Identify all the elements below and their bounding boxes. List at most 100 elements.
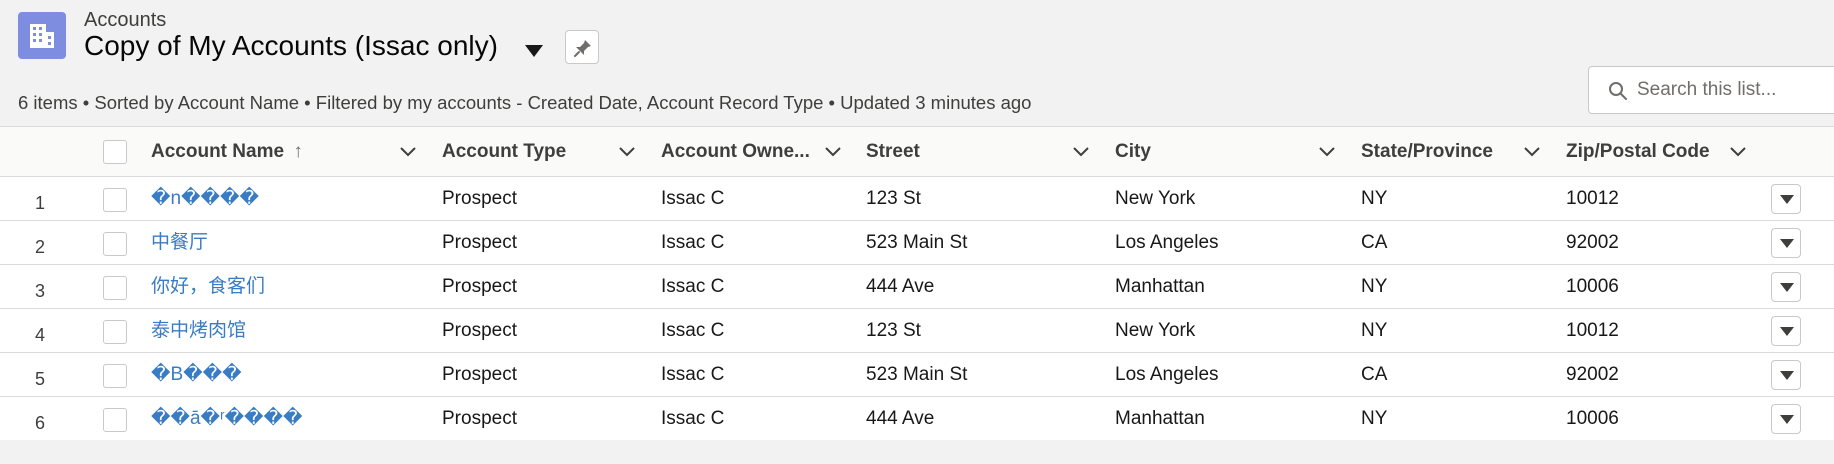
city-cell: Los Angeles	[1115, 364, 1219, 385]
account-name-link[interactable]: ��ā�ʳ����	[151, 397, 303, 441]
building-grid-icon	[18, 12, 66, 59]
caret-down-icon	[1780, 195, 1794, 204]
column-menu-chevron-icon[interactable]	[1318, 145, 1336, 159]
account-type-cell: Prospect	[442, 408, 517, 429]
account-type-cell: Prospect	[442, 188, 517, 209]
account-owner-cell: Issac C	[661, 232, 725, 253]
table-row: 5 �B��� Prospect Issac C 523 Main St Los…	[0, 353, 1834, 397]
account-type-cell: Prospect	[442, 232, 517, 253]
row-checkbox[interactable]	[103, 232, 127, 256]
row-number: 1	[34, 193, 45, 213]
state-cell: NY	[1361, 188, 1388, 209]
table-row: 3 你好，食客们 Prospect Issac C 444 Ave Manhat…	[0, 265, 1834, 309]
city-cell: Los Angeles	[1115, 232, 1219, 253]
account-owner-cell: Issac C	[661, 276, 725, 297]
street-cell: 523 Main St	[866, 232, 968, 253]
column-header-zip[interactable]: Zip/Postal Code	[1566, 127, 1710, 177]
caret-down-icon	[1780, 371, 1794, 380]
row-number: 6	[34, 413, 45, 433]
row-checkbox[interactable]	[103, 320, 127, 344]
pin-list-view-button[interactable]	[565, 30, 599, 64]
street-cell: 444 Ave	[866, 276, 935, 297]
account-owner-cell: Issac C	[661, 188, 725, 209]
row-checkbox[interactable]	[103, 188, 127, 212]
account-type-cell: Prospect	[442, 320, 517, 341]
city-cell: Manhattan	[1115, 276, 1205, 297]
account-name-link[interactable]: 你好，食客们	[151, 265, 265, 309]
search-list-box[interactable]	[1588, 66, 1834, 114]
object-label: Accounts	[84, 9, 167, 31]
row-checkbox[interactable]	[103, 364, 127, 388]
row-checkbox[interactable]	[103, 276, 127, 300]
column-header-street[interactable]: Street	[866, 127, 920, 177]
page-background-footer	[0, 440, 1834, 464]
pin-icon	[574, 40, 591, 57]
zip-cell: 10006	[1566, 276, 1619, 297]
zip-cell: 10006	[1566, 408, 1619, 429]
city-cell: Manhattan	[1115, 408, 1205, 429]
column-menu-chevron-icon[interactable]	[1729, 145, 1747, 159]
account-name-link[interactable]: 中餐厅	[151, 221, 208, 265]
zip-cell: 10012	[1566, 188, 1619, 209]
column-menu-chevron-icon[interactable]	[399, 145, 417, 159]
row-number: 3	[34, 281, 45, 301]
row-checkbox[interactable]	[103, 408, 127, 432]
list-view-picker-chevron-icon[interactable]	[523, 41, 545, 61]
state-cell: NY	[1361, 408, 1388, 429]
table-header: Account Name ↑ Account Type Account Owne…	[0, 127, 1834, 177]
row-number: 5	[34, 369, 45, 389]
caret-down-icon	[1780, 283, 1794, 292]
list-view-meta: 6 items • Sorted by Account Name • Filte…	[18, 92, 1032, 113]
list-view-title[interactable]: Copy of My Accounts (Issac only)	[84, 30, 498, 62]
column-header-city[interactable]: City	[1115, 127, 1151, 177]
caret-down-icon	[1780, 327, 1794, 336]
search-input[interactable]	[1637, 77, 1834, 103]
column-menu-chevron-icon[interactable]	[1523, 145, 1541, 159]
account-type-cell: Prospect	[442, 364, 517, 385]
table-row: 4 泰中烤肉馆 Prospect Issac C 123 St New York…	[0, 309, 1834, 353]
account-owner-cell: Issac C	[661, 320, 725, 341]
row-actions-button[interactable]	[1771, 360, 1801, 390]
column-header-state[interactable]: State/Province	[1361, 127, 1493, 177]
city-cell: New York	[1115, 320, 1196, 341]
street-cell: 123 St	[866, 320, 921, 341]
account-owner-cell: Issac C	[661, 364, 725, 385]
state-cell: CA	[1361, 364, 1388, 385]
table-row: 6 ��ā�ʳ���� Prospect Issac C 444 Ave Man…	[0, 397, 1834, 441]
city-cell: New York	[1115, 188, 1196, 209]
column-header-account-owner[interactable]: Account Owne...	[661, 127, 810, 177]
list-view-header: Accounts Copy of My Accounts (Issac only…	[0, 0, 1834, 126]
row-actions-button[interactable]	[1771, 316, 1801, 346]
account-name-link[interactable]: 泰中烤肉馆	[151, 309, 246, 353]
state-cell: CA	[1361, 232, 1388, 253]
zip-cell: 92002	[1566, 232, 1619, 253]
select-all-checkbox[interactable]	[103, 140, 127, 164]
column-menu-chevron-icon[interactable]	[618, 145, 636, 159]
street-cell: 444 Ave	[866, 408, 935, 429]
account-type-cell: Prospect	[442, 276, 517, 297]
table-row: 2 中餐厅 Prospect Issac C 523 Main St Los A…	[0, 221, 1834, 265]
caret-down-icon	[1780, 415, 1794, 424]
state-cell: NY	[1361, 320, 1388, 341]
zip-cell: 10012	[1566, 320, 1619, 341]
row-number: 2	[34, 237, 45, 257]
row-actions-button[interactable]	[1771, 272, 1801, 302]
column-menu-chevron-icon[interactable]	[1072, 145, 1090, 159]
row-actions-button[interactable]	[1771, 184, 1801, 214]
table-row: 1 �n���� Prospect Issac C 123 St New Yor…	[0, 177, 1834, 221]
accounts-table: Account Name ↑ Account Type Account Owne…	[0, 126, 1834, 441]
column-header-account-type[interactable]: Account Type	[442, 127, 566, 177]
column-menu-chevron-icon[interactable]	[824, 145, 842, 159]
sort-ascending-icon: ↑	[293, 141, 303, 162]
street-cell: 123 St	[866, 188, 921, 209]
row-number: 4	[34, 325, 45, 345]
account-owner-cell: Issac C	[661, 408, 725, 429]
row-actions-button[interactable]	[1771, 228, 1801, 258]
state-cell: NY	[1361, 276, 1388, 297]
account-name-link[interactable]: �B���	[151, 353, 242, 397]
row-actions-button[interactable]	[1771, 404, 1801, 434]
caret-down-icon	[1780, 239, 1794, 248]
column-header-account-name[interactable]: Account Name ↑	[151, 127, 303, 177]
account-name-link[interactable]: �n����	[151, 177, 259, 221]
zip-cell: 92002	[1566, 364, 1619, 385]
